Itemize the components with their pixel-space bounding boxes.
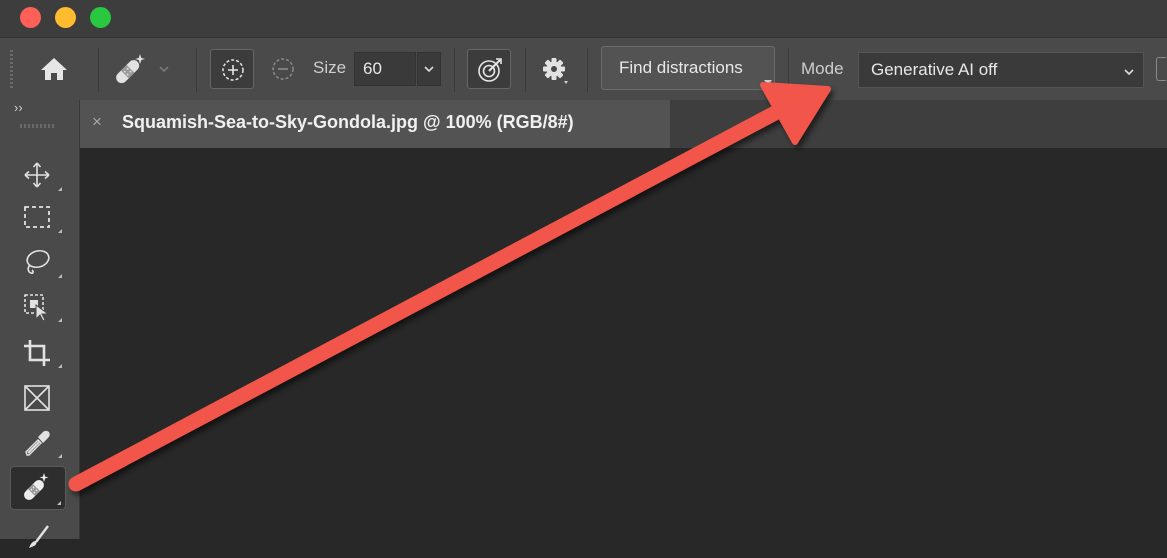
annotation-arrow bbox=[68, 82, 831, 492]
